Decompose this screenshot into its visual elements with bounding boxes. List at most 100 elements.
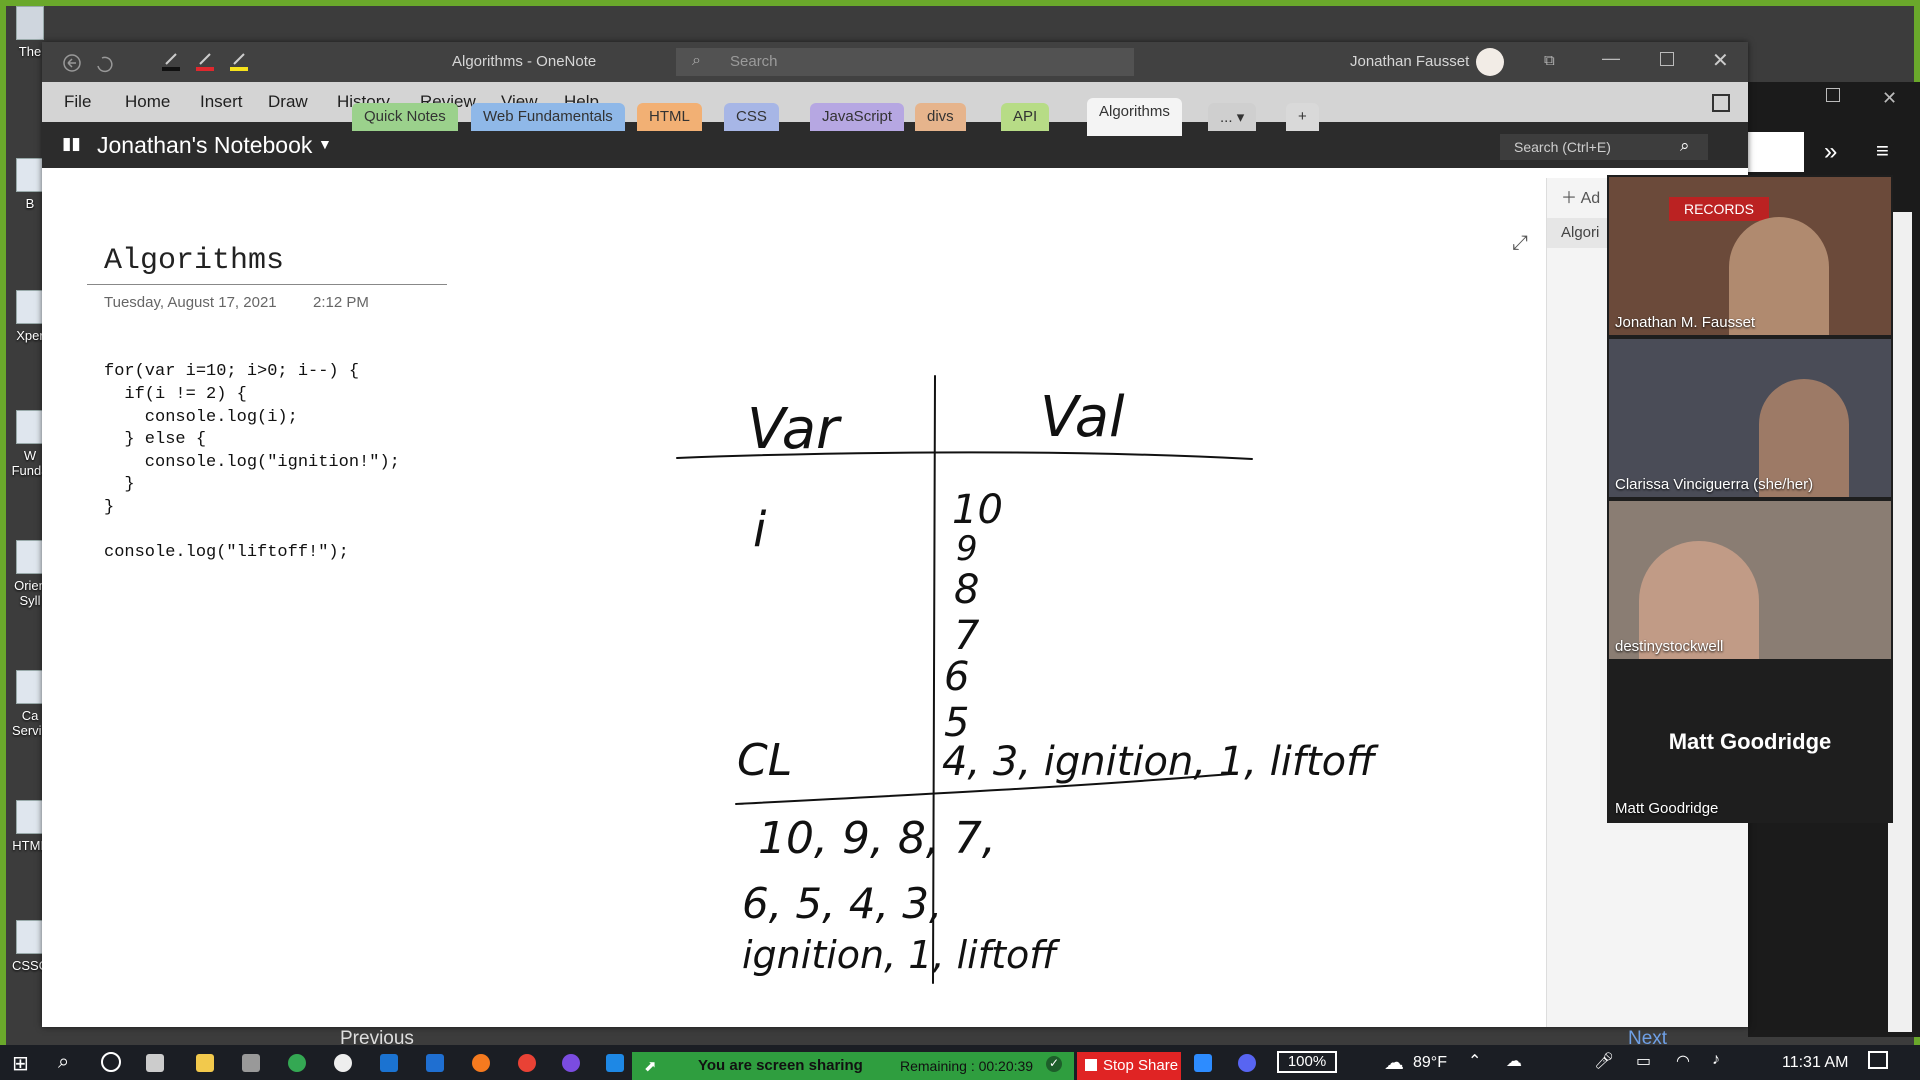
ink-drawing[interactable]: Var Val i 10 9 8 7 6 5 4, 3, ignition, 1… [42,178,1546,1027]
volume-icon[interactable]: ♪ [1712,1051,1720,1069]
ink-val-value: 10 [952,487,1003,533]
tab-quick-notes[interactable]: Quick Notes [352,103,458,131]
file-explorer-icon[interactable] [196,1054,214,1072]
app-icon[interactable] [426,1054,444,1072]
share-icon: ⬈ [644,1058,657,1075]
sticky-note-icon[interactable] [1712,94,1730,112]
participant-tile[interactable]: destinystockwell [1609,501,1891,659]
avatar[interactable] [1476,48,1504,76]
maximize-icon[interactable] [1660,52,1674,66]
participant-name: destinystockwell [1615,638,1724,655]
tab-css[interactable]: CSS [724,103,779,131]
ribbon-display-icon[interactable]: ⧉ [1544,52,1555,69]
zoom-gallery-panel: RECORDS Jonathan M. Fausset Clarissa Vin… [1607,175,1893,823]
zoom-icon[interactable] [1194,1054,1212,1072]
onedrive-icon[interactable]: ☁ [1506,1051,1522,1071]
document-icon [16,670,44,704]
clock[interactable]: 11:31 AM [1782,1054,1848,1072]
hamburger-menu-icon[interactable]: ≡ [1876,138,1889,164]
desktop-icon-label: The [18,44,42,59]
tab-algorithms[interactable]: Algorithms [1087,98,1182,136]
search-icon[interactable]: ⌕ [58,1051,69,1074]
weather-icon[interactable]: ☁ [1384,1050,1404,1075]
settings-icon[interactable] [242,1054,260,1072]
tab-web-fundamentals[interactable]: Web Fundamentals [471,103,625,131]
add-page-label: Ad [1580,190,1601,207]
task-view-icon[interactable] [146,1054,164,1072]
menu-insert[interactable]: Insert [200,92,243,112]
search-icon[interactable]: ⌕ [1680,136,1690,156]
tab-label: CSS [736,108,767,125]
ink-val-value: 7 [954,613,980,659]
notebook-name[interactable]: Jonathan's Notebook [97,132,312,159]
close-icon[interactable]: ✕ [1712,48,1729,73]
battery-percentage[interactable]: 100% [1277,1051,1337,1073]
participant-name: Jonathan M. Fausset [1615,314,1756,331]
stop-share-button[interactable]: Stop Share [1077,1052,1181,1080]
document-icon [16,800,44,834]
expand-chevrons-icon[interactable]: » [1824,138,1837,166]
participant-tile[interactable]: RECORDS Jonathan M. Fausset [1609,177,1891,335]
stop-share-label: Stop Share [1103,1057,1179,1074]
tab-label: ... [1220,109,1233,126]
app-icon[interactable] [334,1054,352,1072]
tab-javascript[interactable]: JavaScript [810,103,905,131]
screen-share-status-bar: ⬈ You are screen sharing Remaining : 00:… [632,1052,1074,1080]
desktop-icon-label: Xper [16,328,44,343]
tab-html[interactable]: HTML [637,103,702,131]
search-placeholder: Search [730,53,778,70]
document-icon [16,158,44,192]
ink-var-value: i [753,502,767,558]
background-window-input[interactable] [1748,132,1804,172]
weather-temp[interactable]: 89°F [1413,1054,1447,1072]
tab-label: Quick Notes [364,108,446,125]
notebook-search-input[interactable]: Search (Ctrl+E) ⌕ [1500,134,1708,160]
chrome-icon[interactable] [518,1054,536,1072]
cortana-icon[interactable] [101,1052,121,1072]
menu-file[interactable]: File [64,92,91,112]
tab-api[interactable]: API [1001,103,1050,131]
app-icon[interactable] [288,1054,306,1072]
search-input[interactable]: ⌕ Search [676,48,1134,76]
participant-tile[interactable]: Matt Goodridge Matt Goodridge [1609,663,1891,821]
ink-val-value: 6 [944,654,969,700]
participant-name: Matt Goodridge [1615,800,1719,817]
microphone-icon[interactable]: 🎤︎ [1594,1051,1614,1071]
firefox-icon[interactable] [472,1054,490,1072]
tab-add-section[interactable]: + [1286,103,1319,131]
ink-var-header: Var [747,397,842,462]
desktop-icon-label: B [25,196,35,211]
chevron-down-icon[interactable]: ▼ [318,136,332,152]
add-page-button[interactable]: ＋ Ad [1561,184,1600,208]
participant-placeholder-name: Matt Goodridge [1668,729,1832,754]
document-icon [16,540,44,574]
maximize-icon[interactable] [1826,88,1840,102]
search-icon: ⌕ [692,52,701,69]
menu-home[interactable]: Home [125,92,170,112]
windows-start-icon[interactable]: ⊞ [12,1051,29,1076]
menu-draw[interactable]: Draw [268,92,308,112]
battery-icon[interactable]: ▭ [1636,1051,1651,1071]
close-icon[interactable]: ✕ [1882,88,1897,109]
page-list-label: Algori [1561,224,1600,241]
chevron-down-icon: ▾ [1236,109,1245,126]
document-icon [16,410,44,444]
security-shield-icon: ✓ [1046,1056,1062,1072]
title-bar: Algorithms - OneNote ⌕ Search Jonathan F… [42,42,1748,82]
wifi-icon[interactable]: ◠ [1676,1051,1690,1071]
tray-chevron-icon[interactable]: ⌃ [1468,1051,1481,1071]
notifications-icon[interactable] [1868,1051,1888,1069]
page-canvas[interactable]: Algorithms Tuesday, August 17, 2021 2:12… [42,178,1546,1027]
app-icon[interactable] [562,1054,580,1072]
tab-divs[interactable]: divs [915,103,966,131]
ink-output-line: 6, 5, 4, 3, [742,879,942,928]
tab-more[interactable]: ... ▾ [1208,103,1257,131]
notebook-icon: ▮▮ [62,134,81,153]
participant-tile[interactable]: Clarissa Vinciguerra (she/her) [1609,339,1891,497]
user-name[interactable]: Jonathan Fausset [1350,53,1469,70]
vscode-icon[interactable] [606,1054,624,1072]
minimize-icon[interactable]: — [1602,48,1620,69]
discord-icon[interactable] [1238,1054,1256,1072]
tab-label: HTML [649,108,690,125]
outlook-icon[interactable] [380,1054,398,1072]
